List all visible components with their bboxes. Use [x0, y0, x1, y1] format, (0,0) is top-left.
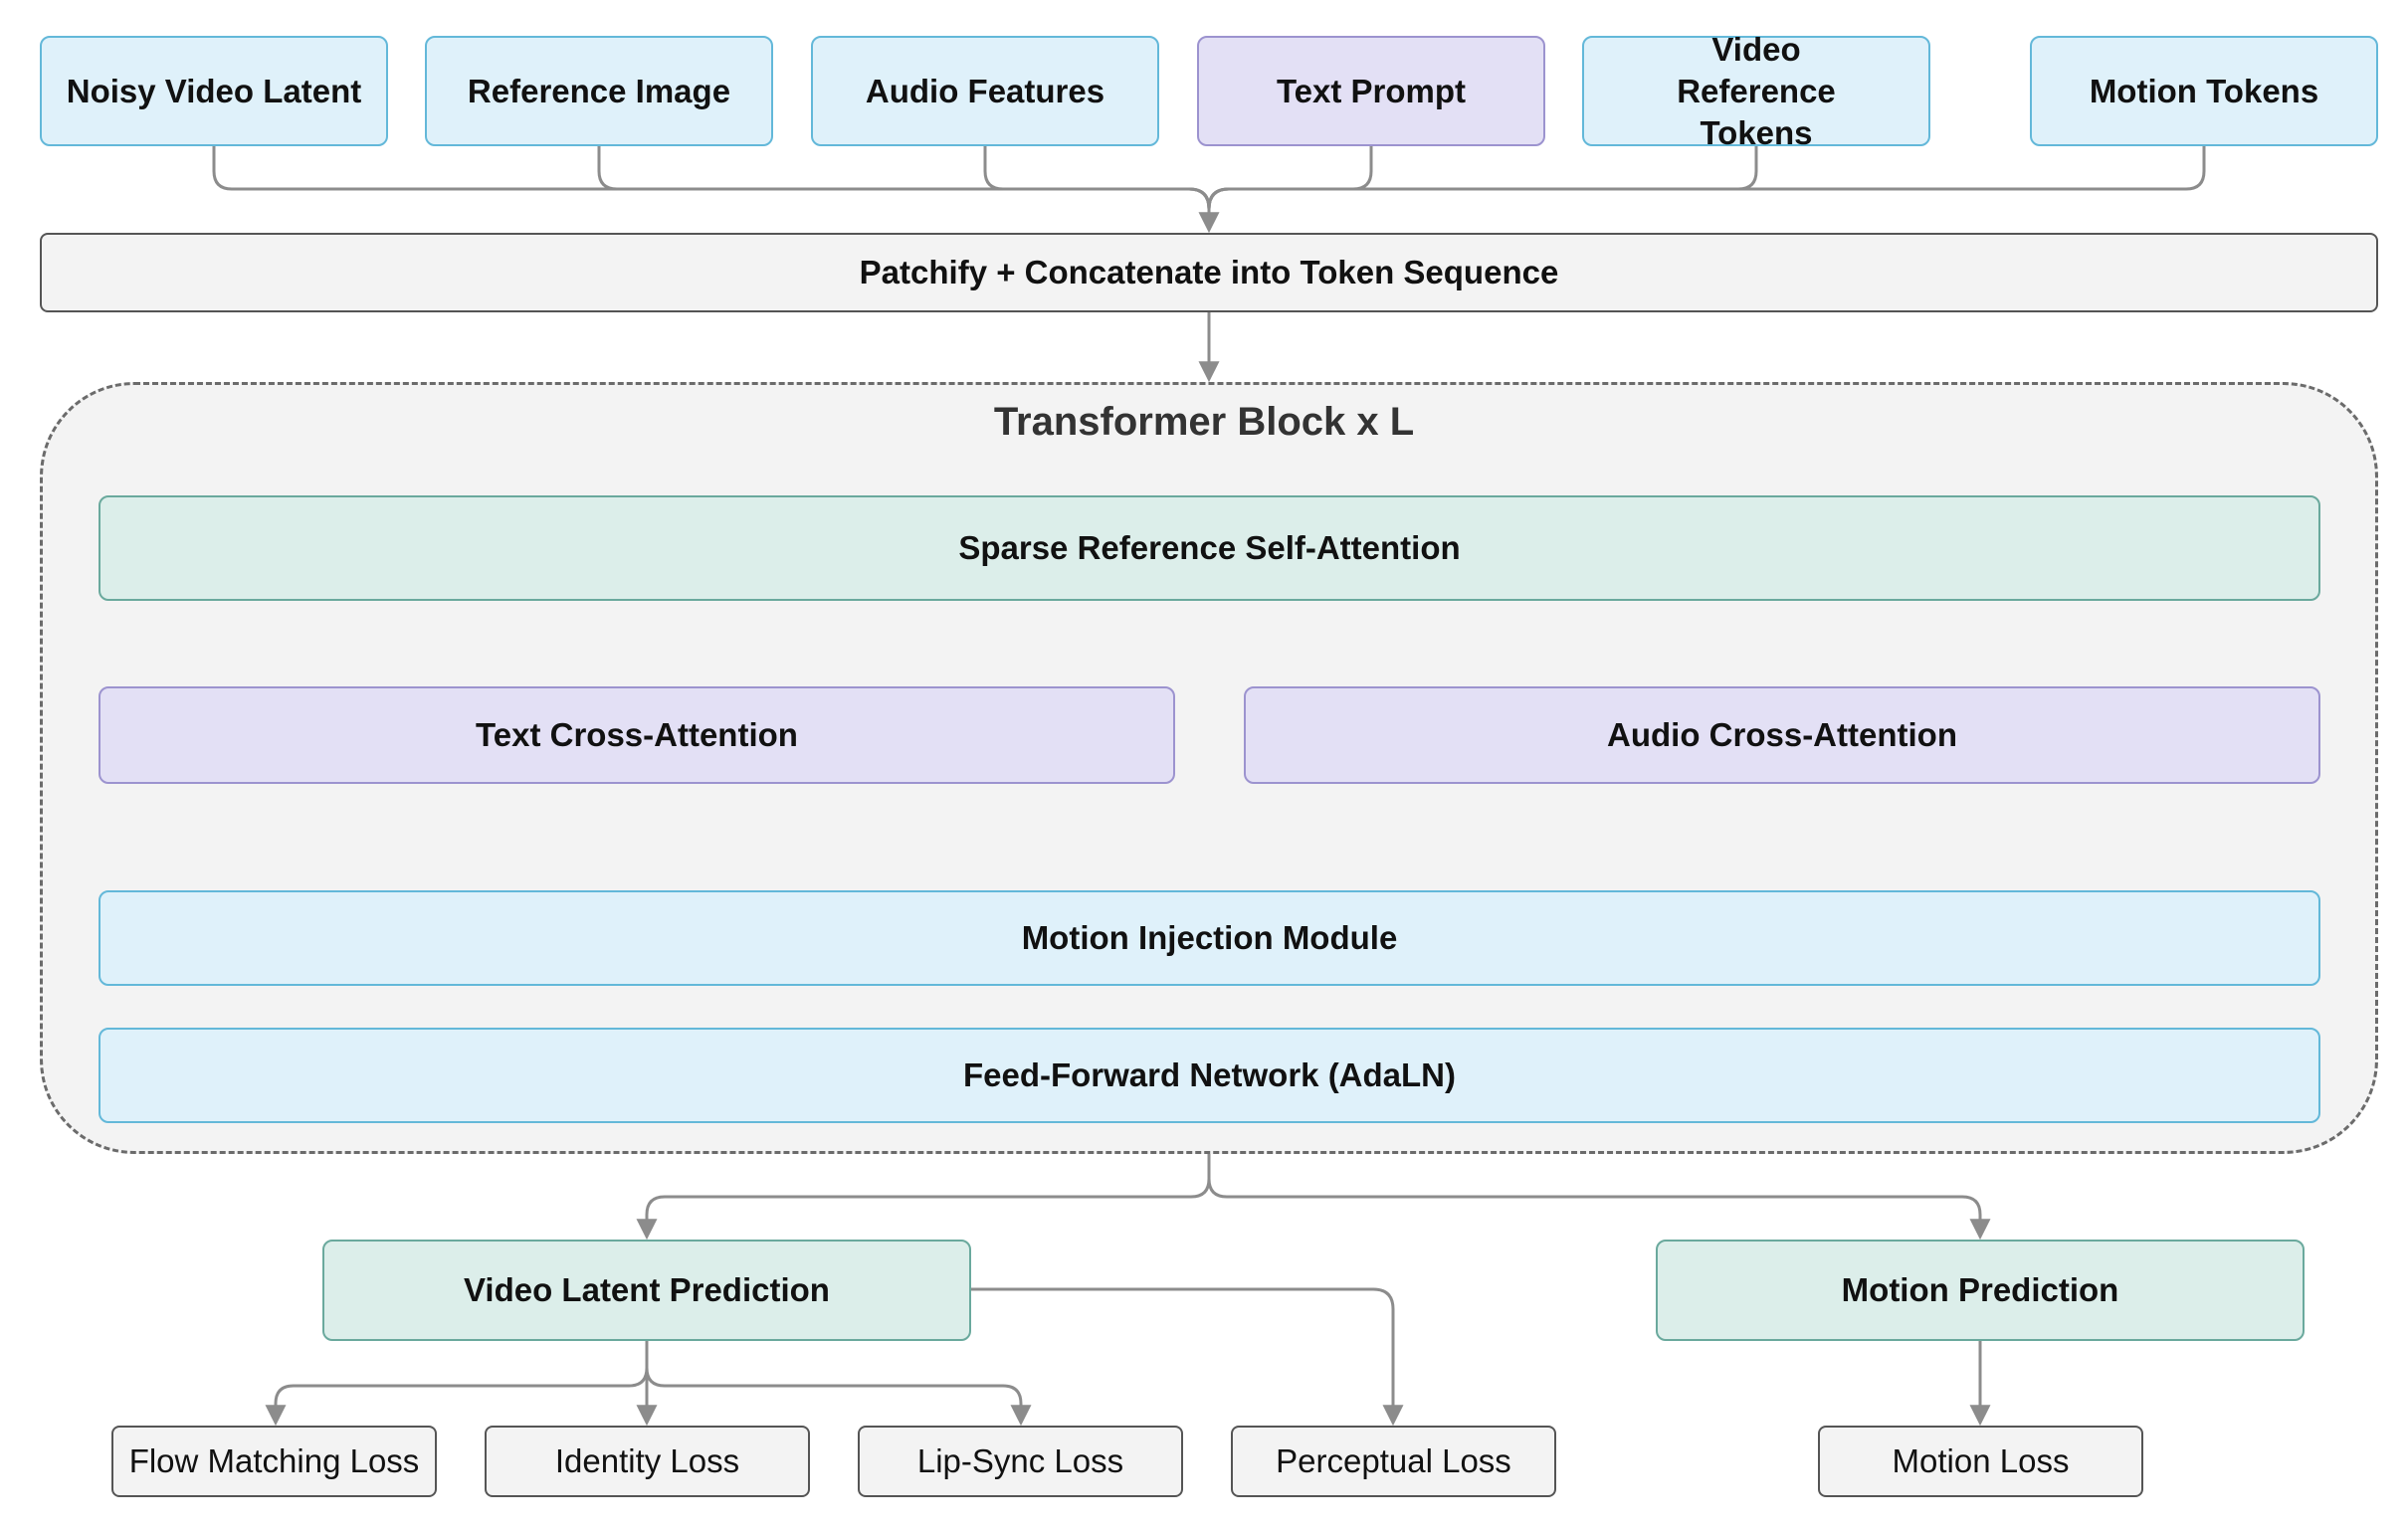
connector-video-to-perceptual — [970, 1287, 1404, 1427]
connector-motion-tokens — [1207, 144, 2206, 229]
flow-matching-loss-label: Flow Matching Loss — [128, 1442, 420, 1479]
input-reference-image: Reference Image — [425, 36, 773, 146]
flow-matching-loss-box: Flow Matching Loss — [111, 1426, 437, 1497]
lip-sync-loss-box: Lip-Sync Loss — [858, 1426, 1183, 1497]
sparse-reference-self-attention-box: Sparse Reference Self-Attention — [99, 495, 2320, 601]
motion-loss-label: Motion Loss — [1892, 1442, 2070, 1479]
lip-sync-loss-label: Lip-Sync Loss — [916, 1442, 1124, 1479]
patchify-label: Patchify + Concatenate into Token Sequen… — [859, 254, 1559, 290]
connector-noisy-video-latent — [212, 144, 1220, 234]
connector-audio-features — [983, 144, 1211, 229]
input-video-reference-tokens: Video Reference Tokens — [1582, 31, 1930, 151]
connector-video-reference-tokens — [1207, 144, 1758, 229]
transformer-block-title: Transformer Block x L — [993, 400, 1415, 444]
identity-loss-box: Identity Loss — [485, 1426, 810, 1497]
input-motion-tokens: Motion Tokens — [2030, 36, 2378, 146]
patchify-box: Patchify + Concatenate into Token Sequen… — [40, 233, 2378, 312]
video-latent-prediction-box: Video Latent Prediction — [322, 1240, 971, 1341]
connector-transformer-to-motion-prediction — [1207, 1152, 1991, 1241]
connector-reference-image — [597, 144, 1211, 229]
video-reference-tokens-label: Video Reference Tokens — [1677, 30, 1836, 151]
audio-features-label: Audio Features — [865, 72, 1105, 109]
text-cross-attention-box: Text Cross-Attention — [99, 686, 1175, 784]
feed-forward-network-box: Feed-Forward Network (AdaLN) — [99, 1028, 2320, 1123]
reference-image-label: Reference Image — [467, 72, 731, 109]
input-text-prompt: Text Prompt — [1197, 36, 1545, 146]
motion-loss-box: Motion Loss — [1818, 1426, 2143, 1497]
connector-video-to-flow-matching — [265, 1341, 649, 1427]
noisy-video-latent-label: Noisy Video Latent — [66, 72, 362, 109]
input-noisy-video-latent: Noisy Video Latent — [40, 36, 388, 146]
sparse-reference-self-attention-label: Sparse Reference Self-Attention — [958, 529, 1461, 566]
motion-prediction-label: Motion Prediction — [1841, 1271, 2119, 1308]
connector-transformer-to-video-prediction — [636, 1152, 1211, 1241]
input-audio-features: Audio Features — [811, 36, 1159, 146]
identity-loss-label: Identity Loss — [554, 1442, 740, 1479]
audio-cross-attention-box: Audio Cross-Attention — [1244, 686, 2320, 784]
motion-injection-module-label: Motion Injection Module — [1021, 919, 1398, 956]
audio-cross-attention-label: Audio Cross-Attention — [1607, 716, 1957, 753]
motion-prediction-box: Motion Prediction — [1656, 1240, 2305, 1341]
connector-video-to-lip-sync — [645, 1341, 1032, 1427]
video-latent-prediction-label: Video Latent Prediction — [464, 1271, 830, 1308]
perceptual-loss-label: Perceptual Loss — [1276, 1442, 1511, 1479]
text-prompt-label: Text Prompt — [1276, 72, 1467, 109]
feed-forward-network-label: Feed-Forward Network (AdaLN) — [962, 1056, 1457, 1093]
motion-tokens-label: Motion Tokens — [2089, 72, 2319, 109]
connector-text-prompt — [1207, 144, 1373, 229]
text-cross-attention-label: Text Cross-Attention — [476, 716, 798, 753]
perceptual-loss-box: Perceptual Loss — [1231, 1426, 1556, 1497]
motion-injection-module-box: Motion Injection Module — [99, 890, 2320, 986]
